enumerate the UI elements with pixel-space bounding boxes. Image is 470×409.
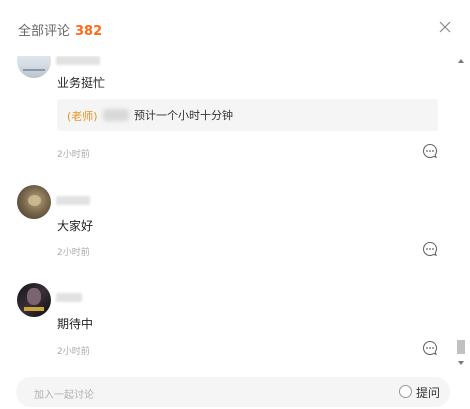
username-blurred — [56, 56, 100, 65]
comment-text: 大家好 — [57, 219, 94, 233]
scrollbar-thumb[interactable] — [457, 340, 465, 354]
avatar — [17, 56, 51, 78]
title-label: 全部评论 — [18, 24, 71, 39]
ask-label: 提问 — [416, 386, 441, 400]
avatar — [17, 185, 51, 219]
comment-time: 2小时前 — [57, 248, 90, 258]
reply-button[interactable] — [422, 340, 438, 356]
comment-bubble-icon — [422, 340, 438, 356]
panel-title: 全部评论 382 — [18, 20, 102, 39]
reply-button[interactable] — [422, 143, 438, 159]
comment-text: 期待中 — [57, 317, 94, 331]
comment-item: 大家好 2小时前 — [0, 184, 455, 264]
username-blurred — [56, 293, 82, 302]
comment-time: 2小时前 — [57, 347, 90, 357]
teacher-reply: (老师) 预计一个小时十分钟 — [57, 99, 438, 131]
comment-bubble-icon — [422, 143, 438, 159]
comments-header: 全部评论 382 — [0, 0, 470, 56]
reply-button[interactable] — [422, 241, 438, 257]
teacher-tag: (老师) — [67, 110, 98, 123]
ask-radio-icon[interactable] — [399, 385, 412, 398]
comment-bubble-icon — [422, 241, 438, 257]
comment-item: 期待中 2小时前 — [0, 283, 455, 363]
comment-text: 业务挺忙 — [57, 76, 106, 90]
close-icon — [439, 21, 451, 33]
scroll-up-arrow-icon[interactable] — [458, 59, 464, 63]
reply-text: 预计一个小时十分钟 — [134, 109, 233, 122]
reply-user-blurred — [103, 109, 129, 121]
avatar — [17, 283, 51, 317]
comment-item: 业务挺忙 (老师) 预计一个小时十分钟 2小时前 — [0, 56, 455, 166]
comment-count: 382 — [75, 24, 103, 39]
comment-time: 2小时前 — [57, 150, 90, 160]
discussion-input-bar[interactable]: 加入一起讨论 提问 — [16, 377, 450, 407]
scroll-down-arrow-icon[interactable] — [458, 361, 464, 365]
scrollbar[interactable] — [456, 56, 467, 370]
username-blurred — [56, 196, 90, 205]
discussion-input-placeholder[interactable]: 加入一起讨论 — [34, 386, 94, 401]
comment-list[interactable]: 业务挺忙 (老师) 预计一个小时十分钟 2小时前 大家好 2小时前 期待中 2小… — [0, 56, 470, 370]
close-button[interactable] — [436, 18, 454, 36]
